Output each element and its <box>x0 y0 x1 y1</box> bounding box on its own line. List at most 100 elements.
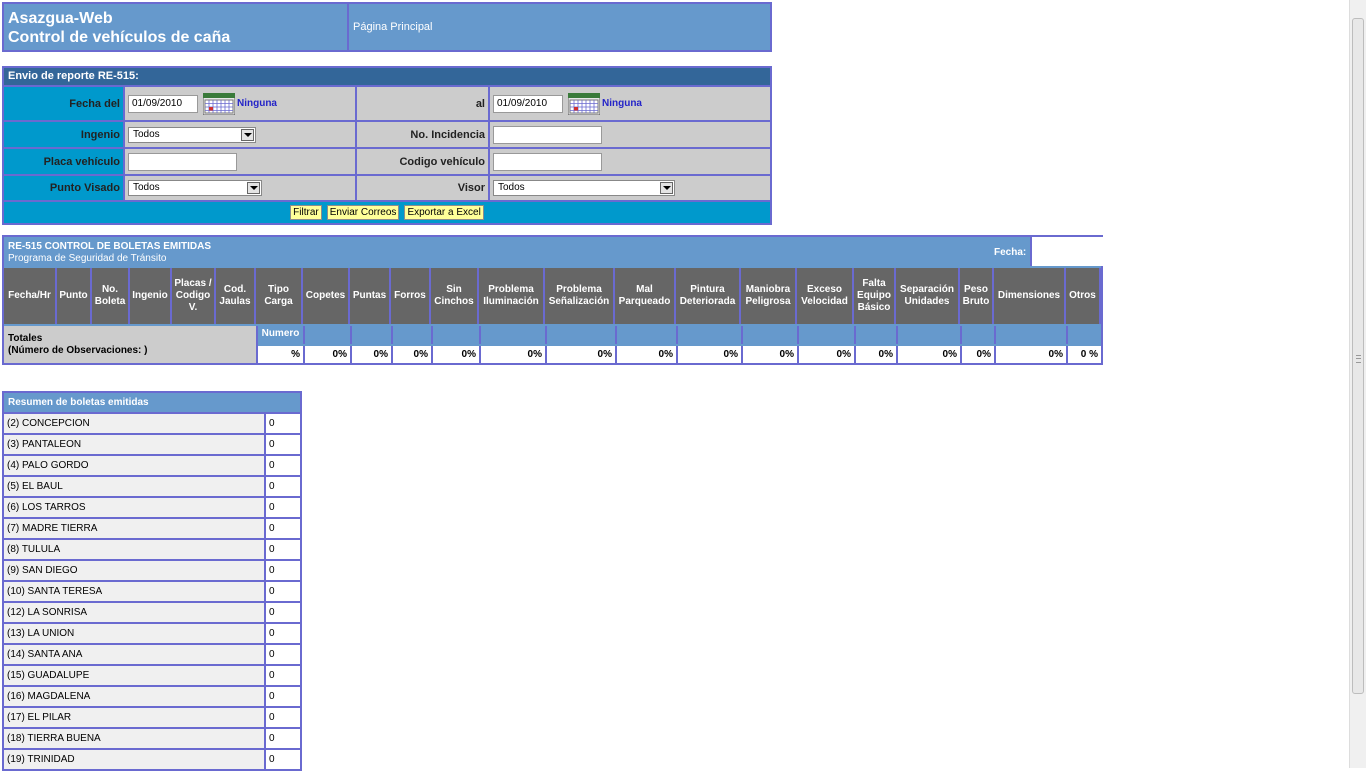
chevron-down-icon[interactable] <box>241 128 254 141</box>
report-table: RE-515 CONTROL DE BOLETAS EMITIDAS Progr… <box>2 235 1103 365</box>
visor-select[interactable]: Todos <box>493 180 675 196</box>
vertical-scrollbar[interactable] <box>1349 0 1366 768</box>
summary-row-name: (13) LA UNION <box>4 624 266 643</box>
ingenio-select-value: Todos <box>133 128 160 140</box>
column-header: Mal Parqueado <box>615 268 676 324</box>
visor-select-value: Todos <box>498 182 525 193</box>
summary-row-value: 0 <box>266 603 300 622</box>
summary-row: (8) TULULA 0 <box>4 540 300 561</box>
calendar-icon[interactable] <box>203 92 235 115</box>
column-header: Punto <box>57 268 92 324</box>
column-header: Otros <box>1066 268 1101 324</box>
punto-select-value: Todos <box>133 182 160 193</box>
app-title-block: Asazgua-Web Control de vehículos de caña <box>4 4 349 50</box>
fecha-del-label: Fecha del <box>4 87 125 120</box>
percent-cell: 0% <box>481 346 547 363</box>
home-link[interactable]: Página Principal <box>353 21 433 33</box>
codigo-label: Codigo vehículo <box>357 149 490 174</box>
column-header: Maniobra Peligrosa <box>741 268 797 324</box>
numero-cell <box>617 326 678 344</box>
summary-row-value: 0 <box>266 708 300 727</box>
numero-cell <box>962 326 996 344</box>
scrollbar-thumb[interactable] <box>1352 18 1364 694</box>
app-name: Asazgua-Web <box>8 10 113 27</box>
column-header: Tipo Carga <box>256 268 303 324</box>
fecha-al-input[interactable]: 01/09/2010 <box>493 94 563 113</box>
summary-row-name: (2) CONCEPCION <box>4 414 266 433</box>
summary-row-value: 0 <box>266 645 300 664</box>
summary-row-value: 0 <box>266 540 300 559</box>
exportar-excel-button[interactable]: Exportar a Excel <box>404 205 484 220</box>
percent-cell: 0% <box>433 346 481 363</box>
punto-label: Punto Visado <box>4 176 125 200</box>
summary-row-name: (7) MADRE TIERRA <box>4 519 266 538</box>
summary-row: (14) SANTA ANA 0 <box>4 645 300 666</box>
summary-row-value: 0 <box>266 582 300 601</box>
visor-label: Visor <box>357 176 490 200</box>
codigo-cell <box>490 149 770 174</box>
totals-number-row: Numero <box>258 326 1103 344</box>
percent-cell: 0% <box>856 346 898 363</box>
percent-cell: 0% <box>996 346 1068 363</box>
numero-cell <box>799 326 856 344</box>
column-header: Falta Equipo Básico <box>854 268 896 324</box>
summary-row-name: (5) EL BAUL <box>4 477 266 496</box>
incidencia-input[interactable] <box>493 125 602 144</box>
column-header: Problema Señalización <box>545 268 615 324</box>
filtrar-button[interactable]: Filtrar <box>290 205 322 220</box>
summary-row-value: 0 <box>266 666 300 685</box>
filter-panel: Envio de reporte RE-515: Fecha del 01/09… <box>2 66 772 225</box>
summary-row: (9) SAN DIEGO 0 <box>4 561 300 582</box>
placa-input[interactable] <box>128 152 237 171</box>
summary-row: (3) PANTALEON 0 <box>4 435 300 456</box>
summary-row-value: 0 <box>266 456 300 475</box>
ingenio-select[interactable]: Todos <box>128 126 256 143</box>
column-header: Sin Cinchos <box>431 268 479 324</box>
fecha-del-input[interactable]: 01/09/2010 <box>128 94 198 113</box>
placa-cell <box>125 149 357 174</box>
column-header: Pintura Deteriorada <box>676 268 741 324</box>
summary-row: (4) PALO GORDO 0 <box>4 456 300 477</box>
filter-buttons: Filtrar Enviar Correos Exportar a Excel <box>4 202 770 223</box>
summary-row: (18) TIERRA BUENA 0 <box>4 729 300 750</box>
report-fecha-label: Fecha: <box>994 247 1027 258</box>
summary-row-name: (15) GUADALUPE <box>4 666 266 685</box>
summary-row-name: (18) TIERRA BUENA <box>4 729 266 748</box>
chevron-down-icon[interactable] <box>247 182 260 194</box>
percent-cell: 0% <box>352 346 393 363</box>
numero-cell <box>352 326 393 344</box>
column-header: Separación Unidades <box>896 268 960 324</box>
punto-select[interactable]: Todos <box>128 180 262 196</box>
summary-row: (10) SANTA TERESA 0 <box>4 582 300 603</box>
summary-row: (12) LA SONRISA 0 <box>4 603 300 624</box>
summary-row: (5) EL BAUL 0 <box>4 477 300 498</box>
column-header: Fecha/Hr <box>4 268 57 324</box>
percent-cell: 0% <box>962 346 996 363</box>
summary-row-value: 0 <box>266 498 300 517</box>
percent-cell: 0 % <box>1068 346 1103 363</box>
numero-cell <box>743 326 799 344</box>
filter-row-dates: Fecha del 01/09/2010 Ninguna al 01/09/20… <box>4 87 770 122</box>
totals-title: Totales <box>8 333 43 344</box>
punto-cell: Todos <box>125 176 357 200</box>
column-header: No. Boleta <box>92 268 130 324</box>
ninguna-link-from[interactable]: Ninguna <box>237 98 277 109</box>
summary-row: (17) EL PILAR 0 <box>4 708 300 729</box>
report-fecha-value <box>1030 237 1103 266</box>
percent-cell: % <box>258 346 305 363</box>
chevron-down-icon[interactable] <box>660 182 673 194</box>
numero-cell <box>481 326 547 344</box>
codigo-input[interactable] <box>493 152 602 171</box>
summary-row-value: 0 <box>266 750 300 769</box>
summary-row-value: 0 <box>266 687 300 706</box>
enviar-correos-button[interactable]: Enviar Correos <box>326 205 400 220</box>
numero-cell <box>1068 326 1103 344</box>
summary-row-name: (3) PANTALEON <box>4 435 266 454</box>
summary-row: (13) LA UNION 0 <box>4 624 300 645</box>
percent-cell: 0% <box>678 346 743 363</box>
calendar-icon[interactable] <box>568 92 600 115</box>
report-title: RE-515 CONTROL DE BOLETAS EMITIDAS <box>8 241 211 252</box>
ninguna-link-to[interactable]: Ninguna <box>602 98 642 109</box>
numero-cell <box>547 326 617 344</box>
app-subtitle: Control de vehículos de caña <box>8 29 231 46</box>
